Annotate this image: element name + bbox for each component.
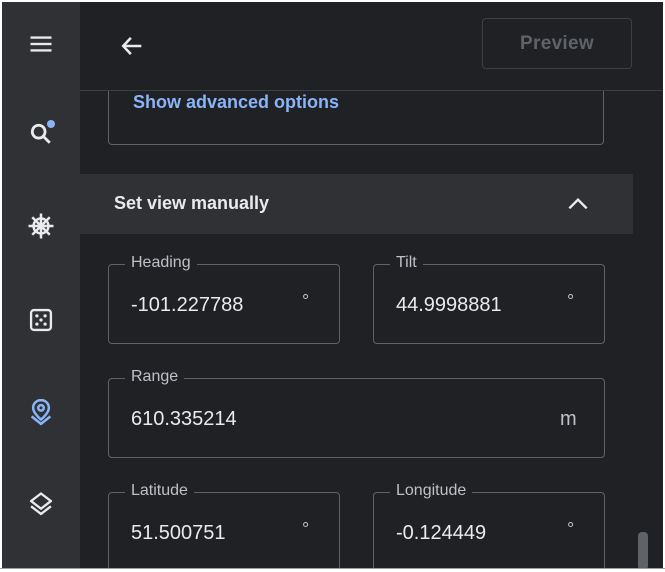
range-value: 610.335214 [131, 408, 237, 430]
feeling-lucky-button[interactable] [21, 300, 61, 340]
app-frame: Show advanced options Preview Set view m… [2, 2, 663, 568]
navigation-rail [2, 2, 80, 568]
longitude-field[interactable]: Longitude -0.124449 ° [373, 482, 605, 568]
tilt-field[interactable]: Tilt 44.9998881 ° [373, 254, 605, 344]
latitude-unit: ° [302, 519, 310, 539]
heading-label: Heading [125, 254, 197, 272]
bottom-border [0, 568, 665, 569]
preview-button[interactable]: Preview [482, 18, 632, 69]
scrollbar-thumb[interactable] [638, 532, 648, 568]
heading-value: -101.227788 [131, 294, 244, 316]
layers-icon [29, 492, 53, 516]
projects-button[interactable] [21, 392, 61, 432]
heading-unit: ° [302, 291, 310, 311]
section-title: Set view manually [114, 193, 270, 213]
longitude-unit: ° [567, 519, 575, 539]
notification-dot [47, 120, 55, 128]
tilt-label: Tilt [390, 254, 423, 272]
back-button[interactable] [110, 24, 154, 68]
set-view-manually-header[interactable]: Set view manually [80, 174, 633, 234]
tilt-value: 44.9998881 [396, 294, 502, 316]
menu-button[interactable] [21, 24, 61, 64]
range-label: Range [125, 368, 185, 386]
editor-panel: Show advanced options Preview Set view m… [80, 2, 663, 568]
latitude-value: 51.500751 [131, 522, 226, 544]
tilt-unit: ° [567, 291, 575, 311]
ship-wheel-icon [28, 213, 54, 239]
arrow-left-icon [121, 36, 142, 56]
map-style-button[interactable] [21, 484, 61, 524]
top-bar-divider [80, 90, 663, 91]
heading-field[interactable]: Heading -101.227788 ° [108, 254, 340, 344]
chevron-up-icon [564, 190, 592, 218]
location-pin-icon [30, 398, 52, 426]
search-button[interactable] [21, 114, 61, 154]
top-bar: Preview [80, 2, 663, 90]
dice-icon [29, 308, 53, 332]
longitude-value: -0.124449 [396, 522, 487, 544]
latitude-field[interactable]: Latitude 51.500751 ° [108, 482, 340, 568]
range-field[interactable]: Range 610.335214 m [108, 368, 605, 458]
show-advanced-options-link[interactable]: Show advanced options [133, 92, 339, 113]
voyager-button[interactable] [21, 206, 61, 246]
latitude-label: Latitude [125, 482, 194, 500]
range-unit: m [560, 408, 577, 430]
menu-icon [30, 36, 52, 52]
longitude-label: Longitude [390, 482, 473, 500]
